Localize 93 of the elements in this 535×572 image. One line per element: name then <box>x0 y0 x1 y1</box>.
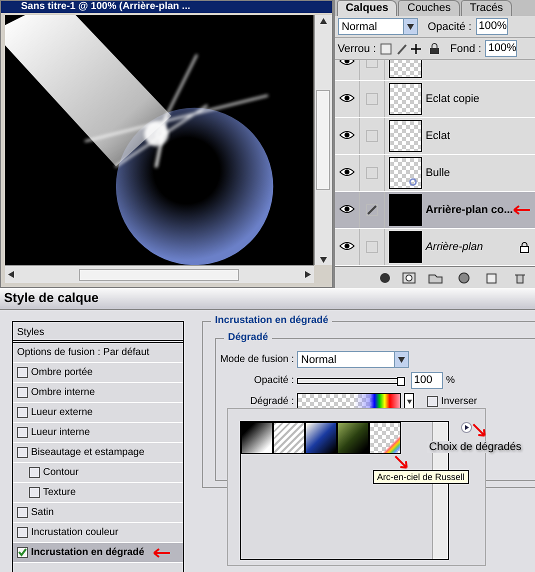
checkbox[interactable] <box>17 507 28 518</box>
unit-label: % <box>446 375 455 386</box>
up-arrow-icon <box>320 16 327 24</box>
panel-tab[interactable]: Couches <box>398 0 460 16</box>
eye-icon[interactable] <box>338 166 355 176</box>
play-icon <box>464 425 468 430</box>
panel-tab[interactable]: Tracés <box>460 0 512 16</box>
blend-mode-select[interactable]: Normal <box>338 18 418 35</box>
field-label: Mode de fusion : <box>220 354 294 365</box>
layer-row[interactable]: Arrière-plan co... <box>334 192 535 229</box>
style-item[interactable]: Biseautage et estampage <box>13 443 183 463</box>
panel-tab[interactable]: Calques <box>336 0 398 16</box>
layer-thumbnail <box>388 120 422 152</box>
circle-icon <box>408 178 417 186</box>
check-icon <box>18 548 27 557</box>
style-label: Ombre portée <box>31 367 93 378</box>
window-title: Sans titre-1 @ 100% (Arrière-plan ... <box>1 1 332 13</box>
fill-label: Fond : <box>450 42 482 54</box>
vertical-scrollbar[interactable] <box>314 14 332 265</box>
style-label: Satin <box>31 507 54 518</box>
down-arrow-icon <box>320 256 327 263</box>
layer-row[interactable]: Eclat copie <box>334 81 535 118</box>
checkbox[interactable] <box>29 487 40 498</box>
gradient-swatch[interactable] <box>241 422 273 454</box>
style-label: Biseautage et estampage <box>31 447 144 458</box>
layer-name: Eclat copie <box>426 93 480 105</box>
fill-field[interactable]: 100% <box>485 40 518 57</box>
gradient-swatch[interactable] <box>305 422 337 454</box>
style-item[interactable]: Contour <box>13 463 183 483</box>
blend-mode-select[interactable]: Normal <box>297 351 409 368</box>
layer-row[interactable]: Arrière-plan <box>334 229 535 266</box>
checkbox[interactable] <box>29 467 40 478</box>
opacity-field[interactable]: 100 <box>411 372 443 389</box>
layer-thumbnail <box>388 231 422 263</box>
opacity-slider[interactable] <box>297 378 402 384</box>
style-label: Incrustation en dégradé <box>31 547 144 558</box>
caret-icon <box>406 399 412 404</box>
style-item[interactable]: Incrustation en dégradé <box>13 543 183 563</box>
field-label: Opacité : <box>252 375 294 386</box>
gradient-swatch[interactable] <box>369 422 401 454</box>
opacity-field[interactable]: 100% <box>476 18 508 35</box>
checkbox[interactable] <box>17 407 28 418</box>
checkbox[interactable] <box>17 527 28 538</box>
layer-name: Bulle <box>426 167 452 179</box>
left-arrow-icon <box>7 271 14 278</box>
style-label: Ombre interne <box>31 387 95 398</box>
checkbox[interactable] <box>17 547 28 558</box>
caret-icon <box>398 356 405 363</box>
eye-icon[interactable] <box>338 240 355 250</box>
gradient-swatch[interactable] <box>273 422 305 454</box>
eye-icon[interactable] <box>338 204 355 214</box>
layer-thumbnail <box>388 194 422 226</box>
layer-thumbnail <box>388 83 422 115</box>
caret-icon <box>406 23 414 30</box>
style-item[interactable]: Ombre portée <box>13 363 183 383</box>
section-title: Incrustation en dégradé <box>211 315 332 326</box>
style-label: Lueur externe <box>31 407 93 418</box>
field-label: Dégradé : <box>249 396 294 407</box>
style-label: Contour <box>43 467 79 478</box>
tooltip: Arc-en-ciel de Russell <box>373 470 469 484</box>
eye-icon[interactable] <box>338 130 355 140</box>
right-arrow-icon <box>304 271 312 278</box>
checkbox[interactable] <box>17 367 28 378</box>
style-label: Lueur interne <box>31 427 90 438</box>
style-item[interactable]: Lueur externe <box>13 403 183 423</box>
style-item[interactable]: Ombre interne <box>13 383 183 403</box>
checkbox[interactable] <box>17 427 28 438</box>
checkbox[interactable] <box>17 387 28 398</box>
style-label: Incrustation couleur <box>31 527 118 538</box>
style-item[interactable]: Texture <box>13 483 183 503</box>
styles-header: Styles <box>13 322 183 343</box>
layer-name: Arrière-plan <box>426 241 484 253</box>
style-label: Texture <box>43 487 76 498</box>
brush-icon <box>366 205 377 215</box>
layer-name: Arrière-plan co... <box>426 204 513 216</box>
style-item[interactable]: Lueur interne <box>13 423 183 443</box>
checkbox[interactable] <box>427 396 438 407</box>
group-title: Dégradé <box>224 332 272 343</box>
lock-label: Verrou : <box>338 42 376 54</box>
eye-icon[interactable] <box>338 92 355 102</box>
checkbox[interactable] <box>17 447 28 458</box>
opacity-label: Opacité : <box>428 20 472 32</box>
layer-row[interactable]: Eclat <box>334 118 535 155</box>
style-item[interactable]: Satin <box>13 503 183 523</box>
horizontal-scrollbar[interactable] <box>5 265 314 283</box>
reverse-label: Inverser <box>441 396 478 407</box>
dialog-title: Style de calque <box>0 288 535 310</box>
gradient-swatch[interactable] <box>337 422 369 454</box>
layer-row[interactable]: Bulle <box>334 155 535 192</box>
layer-name: Eclat <box>426 130 452 142</box>
menu-button[interactable] <box>461 422 472 433</box>
annotation-text: Choix de dégradés <box>427 441 524 453</box>
blending-options-item[interactable]: Options de fusion : Par défaut <box>13 343 183 363</box>
